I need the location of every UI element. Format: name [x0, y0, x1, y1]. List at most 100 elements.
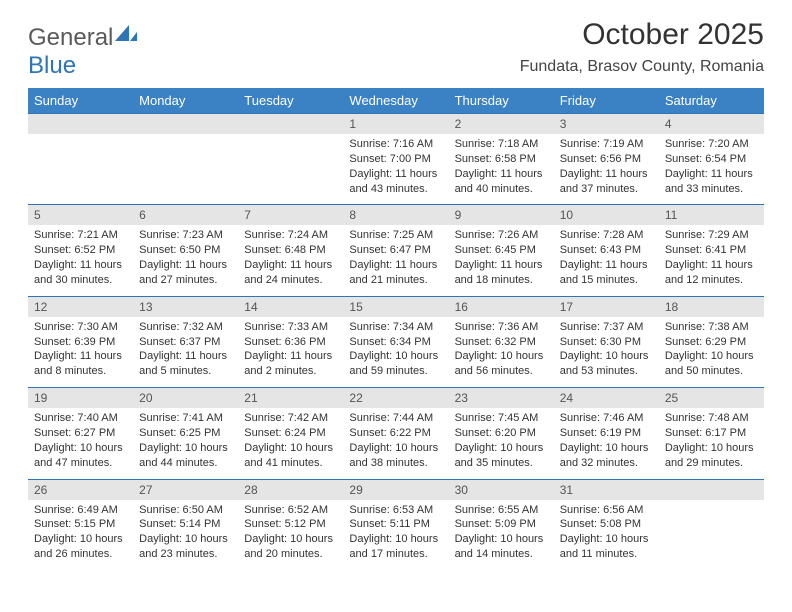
calendar-cell: 23Sunrise: 7:45 AMSunset: 6:20 PMDayligh… [449, 388, 554, 479]
calendar-cell: 10Sunrise: 7:28 AMSunset: 6:43 PMDayligh… [554, 205, 659, 296]
day-body: Sunrise: 7:32 AMSunset: 6:37 PMDaylight:… [133, 317, 238, 387]
sunrise-line: Sunrise: 7:38 AM [665, 321, 749, 333]
sunset-line: Sunset: 5:11 PM [349, 518, 430, 530]
sunset-line: Sunset: 6:37 PM [139, 336, 220, 348]
calendar-cell: 25Sunrise: 7:48 AMSunset: 6:17 PMDayligh… [659, 388, 764, 479]
sunset-line: Sunset: 6:29 PM [665, 336, 746, 348]
day-number: 10 [554, 205, 659, 225]
daylight-line: Daylight: 10 hoursand 17 minutes. [349, 533, 438, 560]
day-number: 23 [449, 388, 554, 408]
daylight-line: Daylight: 10 hoursand 41 minutes. [244, 442, 333, 469]
sunset-line: Sunset: 6:34 PM [349, 336, 430, 348]
day-number: 16 [449, 297, 554, 317]
day-body: Sunrise: 7:28 AMSunset: 6:43 PMDaylight:… [554, 225, 659, 295]
calendar-cell: 17Sunrise: 7:37 AMSunset: 6:30 PMDayligh… [554, 296, 659, 387]
sunrise-line: Sunrise: 7:32 AM [139, 321, 223, 333]
day-number: 19 [28, 388, 133, 408]
day-number: 26 [28, 480, 133, 500]
sunset-line: Sunset: 6:24 PM [244, 427, 325, 439]
sunset-line: Sunset: 6:20 PM [455, 427, 536, 439]
daylight-line: Daylight: 10 hoursand 47 minutes. [34, 442, 123, 469]
sunset-line: Sunset: 6:45 PM [455, 244, 536, 256]
calendar-cell: 24Sunrise: 7:46 AMSunset: 6:19 PMDayligh… [554, 388, 659, 479]
sunrise-line: Sunrise: 6:56 AM [560, 504, 644, 516]
daylight-line: Daylight: 10 hoursand 29 minutes. [665, 442, 754, 469]
sunset-line: Sunset: 6:39 PM [34, 336, 115, 348]
day-number: 8 [343, 205, 448, 225]
day-number: 1 [343, 114, 448, 134]
sunrise-line: Sunrise: 6:49 AM [34, 504, 118, 516]
day-body: Sunrise: 7:42 AMSunset: 6:24 PMDaylight:… [238, 408, 343, 478]
day-body: Sunrise: 7:24 AMSunset: 6:48 PMDaylight:… [238, 225, 343, 295]
calendar-cell: 12Sunrise: 7:30 AMSunset: 6:39 PMDayligh… [28, 296, 133, 387]
sunrise-line: Sunrise: 7:44 AM [349, 412, 433, 424]
day-number: 6 [133, 205, 238, 225]
sunset-line: Sunset: 6:22 PM [349, 427, 430, 439]
sunrise-line: Sunrise: 7:21 AM [34, 229, 118, 241]
day-number: 15 [343, 297, 448, 317]
calendar-cell [28, 114, 133, 205]
sunset-line: Sunset: 5:12 PM [244, 518, 325, 530]
calendar-cell: 26Sunrise: 6:49 AMSunset: 5:15 PMDayligh… [28, 479, 133, 570]
calendar-cell: 16Sunrise: 7:36 AMSunset: 6:32 PMDayligh… [449, 296, 554, 387]
day-number [28, 114, 133, 134]
sunset-line: Sunset: 5:08 PM [560, 518, 641, 530]
calendar-week: 12Sunrise: 7:30 AMSunset: 6:39 PMDayligh… [28, 296, 764, 387]
day-number: 31 [554, 480, 659, 500]
sunrise-line: Sunrise: 7:37 AM [560, 321, 644, 333]
day-number: 21 [238, 388, 343, 408]
sunrise-line: Sunrise: 7:34 AM [349, 321, 433, 333]
sunset-line: Sunset: 5:14 PM [139, 518, 220, 530]
day-number: 18 [659, 297, 764, 317]
day-body: Sunrise: 7:34 AMSunset: 6:34 PMDaylight:… [343, 317, 448, 387]
sunrise-line: Sunrise: 7:19 AM [560, 138, 644, 150]
daylight-line: Daylight: 10 hoursand 14 minutes. [455, 533, 544, 560]
logo-part1: General [28, 24, 113, 51]
calendar-header-row: SundayMondayTuesdayWednesdayThursdayFrid… [28, 88, 764, 114]
sunrise-line: Sunrise: 7:46 AM [560, 412, 644, 424]
sunrise-line: Sunrise: 7:45 AM [455, 412, 539, 424]
sunset-line: Sunset: 6:52 PM [34, 244, 115, 256]
daylight-line: Daylight: 10 hoursand 53 minutes. [560, 350, 649, 377]
day-body: Sunrise: 7:18 AMSunset: 6:58 PMDaylight:… [449, 134, 554, 204]
calendar-cell: 4Sunrise: 7:20 AMSunset: 6:54 PMDaylight… [659, 114, 764, 205]
calendar-cell [133, 114, 238, 205]
sunset-line: Sunset: 6:27 PM [34, 427, 115, 439]
sunrise-line: Sunrise: 7:28 AM [560, 229, 644, 241]
calendar-cell: 31Sunrise: 6:56 AMSunset: 5:08 PMDayligh… [554, 479, 659, 570]
day-body: Sunrise: 7:29 AMSunset: 6:41 PMDaylight:… [659, 225, 764, 295]
calendar-cell [238, 114, 343, 205]
sunset-line: Sunset: 6:56 PM [560, 153, 641, 165]
calendar-cell: 8Sunrise: 7:25 AMSunset: 6:47 PMDaylight… [343, 205, 448, 296]
daylight-line: Daylight: 11 hoursand 27 minutes. [139, 259, 227, 286]
daylight-line: Daylight: 11 hoursand 37 minutes. [560, 168, 648, 195]
sunset-line: Sunset: 6:58 PM [455, 153, 536, 165]
sunrise-line: Sunrise: 6:53 AM [349, 504, 433, 516]
calendar-cell: 30Sunrise: 6:55 AMSunset: 5:09 PMDayligh… [449, 479, 554, 570]
weekday-header: Wednesday [343, 88, 448, 114]
day-number [133, 114, 238, 134]
calendar-cell: 11Sunrise: 7:29 AMSunset: 6:41 PMDayligh… [659, 205, 764, 296]
daylight-line: Daylight: 11 hoursand 43 minutes. [349, 168, 437, 195]
calendar-cell: 18Sunrise: 7:38 AMSunset: 6:29 PMDayligh… [659, 296, 764, 387]
sunset-line: Sunset: 6:17 PM [665, 427, 746, 439]
calendar-cell: 28Sunrise: 6:52 AMSunset: 5:12 PMDayligh… [238, 479, 343, 570]
sunrise-line: Sunrise: 7:33 AM [244, 321, 328, 333]
weekday-header: Tuesday [238, 88, 343, 114]
weekday-header: Friday [554, 88, 659, 114]
daylight-line: Daylight: 10 hoursand 32 minutes. [560, 442, 649, 469]
sunset-line: Sunset: 6:30 PM [560, 336, 641, 348]
day-number: 25 [659, 388, 764, 408]
sunset-line: Sunset: 6:48 PM [244, 244, 325, 256]
day-number: 24 [554, 388, 659, 408]
sunset-line: Sunset: 6:25 PM [139, 427, 220, 439]
calendar-cell: 13Sunrise: 7:32 AMSunset: 6:37 PMDayligh… [133, 296, 238, 387]
sunset-line: Sunset: 5:09 PM [455, 518, 536, 530]
weekday-header: Saturday [659, 88, 764, 114]
weekday-header: Sunday [28, 88, 133, 114]
sunrise-line: Sunrise: 6:50 AM [139, 504, 223, 516]
day-number: 11 [659, 205, 764, 225]
day-body: Sunrise: 7:48 AMSunset: 6:17 PMDaylight:… [659, 408, 764, 478]
header: General Blue October 2025 Fundata, Braso… [28, 18, 764, 84]
calendar-week: 5Sunrise: 7:21 AMSunset: 6:52 PMDaylight… [28, 205, 764, 296]
